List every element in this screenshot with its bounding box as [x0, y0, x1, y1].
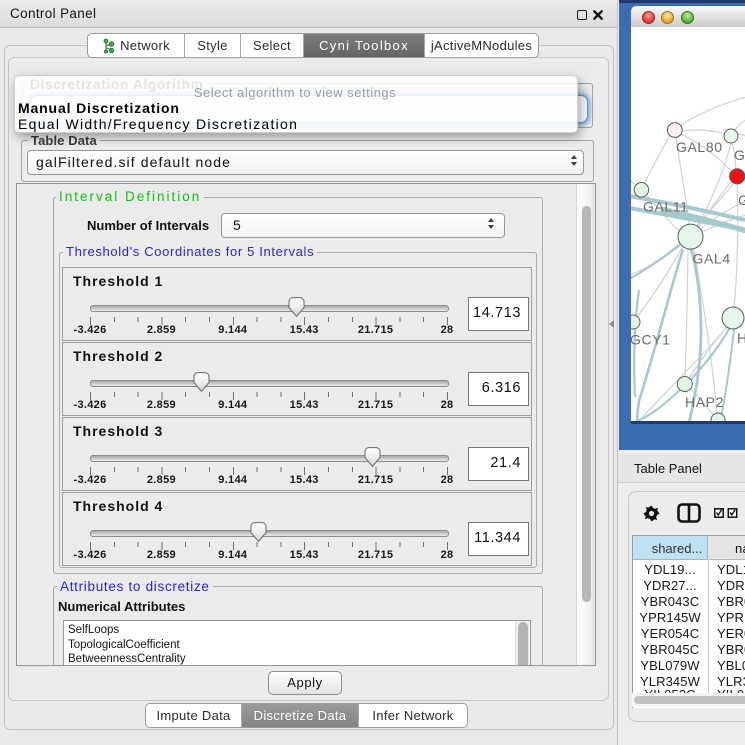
svg-text:GAL11: GAL11 [643, 199, 689, 215]
svg-text:GAL4: GAL4 [693, 251, 731, 267]
svg-text:GAL80: GAL80 [676, 139, 723, 155]
svg-text:GA: GA [734, 147, 745, 163]
svg-text:G: G [738, 192, 745, 208]
svg-text:HAP2: HAP2 [685, 394, 724, 410]
svg-text:GCY1: GCY1 [631, 332, 671, 348]
svg-text:HA: HA [737, 330, 745, 346]
